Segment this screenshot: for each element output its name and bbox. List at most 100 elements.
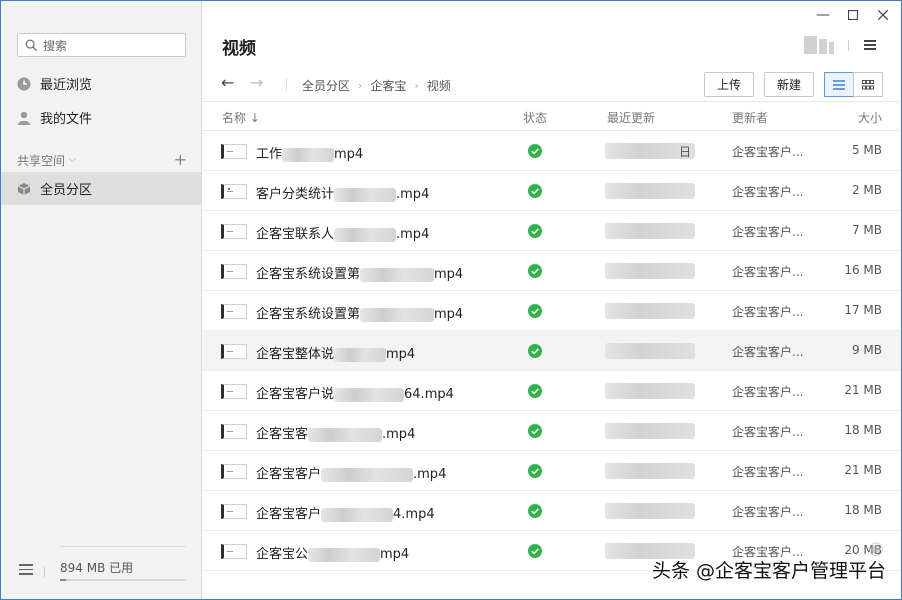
synced-check-icon	[528, 304, 542, 318]
file-name[interactable]: 企客宝系统设置第 mp4	[256, 303, 463, 322]
table-row[interactable]: 企客宝客户 4.mp4 企客宝客户... 18 MB	[202, 491, 901, 531]
redacted-text	[321, 467, 414, 482]
list-view-icon	[833, 79, 845, 90]
redacted-text	[334, 387, 405, 402]
search-input[interactable]: 搜索	[17, 33, 186, 57]
table-row[interactable]: 企客宝客 .mp4 企客宝客户... 18 MB	[202, 411, 901, 451]
grid-view-button[interactable]	[853, 72, 883, 97]
app-window: 搜索 最近浏览 我的文件 共享空间 ⌵ + 全员分区 894 MB 已用 — 视…	[0, 0, 902, 600]
shared-space-header[interactable]: 共享空间 ⌵ +	[17, 150, 187, 169]
main-panel: — 视频 ← → 全员分区 › 企客宝 › 视频 上传 新建 名称 ↓ 状态 最…	[202, 1, 901, 599]
video-thumbnail-icon	[221, 304, 247, 319]
table-row[interactable]: 企客宝客户 .mp4 企客宝客户... 21 MB	[202, 451, 901, 491]
file-name[interactable]: 企客宝系统设置第 mp4	[256, 263, 463, 282]
updated-date-redacted	[605, 343, 695, 359]
table-row[interactable]: 企客宝联系人 .mp4 企客宝客户... 7 MB	[202, 211, 901, 251]
file-name[interactable]: 企客宝整体说 mp4	[256, 343, 415, 362]
file-name-prefix: 工作	[256, 147, 283, 162]
file-name[interactable]: 企客宝公 mp4	[256, 543, 409, 562]
file-size: 2 MB	[851, 183, 882, 197]
synced-check-icon	[528, 344, 542, 358]
column-status[interactable]: 状态	[523, 109, 547, 126]
file-name[interactable]: 企客宝客户说 64.mp4	[256, 383, 454, 402]
column-name[interactable]: 名称 ↓	[222, 109, 260, 126]
updater-name: 企客宝客户...	[732, 145, 804, 159]
menu-icon[interactable]	[19, 564, 33, 576]
file-name-suffix: .mp4	[382, 427, 416, 442]
table-row[interactable]: 企客宝整体说 mp4 企客宝客户... 9 MB	[202, 331, 901, 371]
divider	[286, 78, 287, 91]
table-row[interactable]: 企客宝系统设置第 mp4 企客宝客户... 16 MB	[202, 251, 901, 291]
redacted-text	[308, 427, 383, 442]
file-name[interactable]: 企客宝客户 .mp4	[256, 463, 446, 482]
maximize-icon[interactable]	[846, 8, 860, 22]
table-row[interactable]: 企客宝系统设置第 mp4 企客宝客户... 17 MB	[202, 291, 901, 331]
minimize-icon[interactable]: —	[816, 7, 830, 23]
sidebar-item-recent[interactable]: 最近浏览	[1, 67, 201, 100]
storage-usage-fill	[60, 579, 67, 581]
file-size: 21 MB	[844, 463, 882, 477]
sidebar-item-my-files[interactable]: 我的文件	[1, 101, 201, 134]
table-row[interactable]: 客户分类统计 .mp4 企客宝客户... 2 MB	[202, 171, 901, 211]
video-thumbnail-icon	[221, 384, 247, 399]
video-thumbnail-icon	[221, 464, 247, 479]
clock-icon	[17, 77, 31, 91]
hamburger-menu-icon[interactable]	[864, 40, 876, 50]
sidebar-item-label: 全员分区	[40, 183, 93, 198]
chevron-right-icon: ›	[358, 79, 363, 92]
updater-name: 企客宝客户...	[732, 265, 804, 279]
updated-date-redacted	[605, 263, 695, 279]
watermark-text: 头条 @企客宝客户管理平台	[651, 560, 886, 582]
column-updated[interactable]: 最近更新	[607, 109, 655, 126]
back-arrow-icon[interactable]: ←	[221, 74, 234, 92]
file-name[interactable]: 客户分类统计 .mp4	[256, 183, 429, 202]
redacted-text	[282, 147, 335, 162]
forward-arrow-icon[interactable]: →	[250, 74, 263, 92]
file-name[interactable]: 工作 mp4	[256, 143, 363, 162]
add-space-icon[interactable]: +	[174, 150, 187, 169]
chevron-down-icon: ⌵	[69, 155, 76, 165]
breadcrumb-item[interactable]: 企客宝	[370, 77, 406, 94]
synced-check-icon	[528, 544, 542, 558]
breadcrumb-item[interactable]: 全员分区	[302, 77, 350, 94]
updated-date-redacted	[605, 223, 695, 239]
file-name-suffix: .mp4	[413, 467, 447, 482]
updater-name: 企客宝客户...	[732, 465, 804, 479]
upload-button[interactable]: 上传	[704, 72, 754, 97]
new-button[interactable]: 新建	[764, 72, 814, 97]
video-thumbnail-icon	[221, 424, 247, 439]
column-updater[interactable]: 更新者	[732, 109, 768, 126]
file-name-prefix: 企客宝客户	[256, 507, 322, 522]
synced-check-icon	[528, 424, 542, 438]
file-size: 7 MB	[851, 223, 882, 237]
grid-view-icon	[862, 79, 874, 89]
table-header: 名称 ↓ 状态 最近更新 更新者 大小	[202, 101, 901, 131]
updater-name: 企客宝客户...	[732, 425, 804, 439]
sidebar-item-all-members[interactable]: 全员分区	[1, 172, 201, 205]
divider	[44, 567, 45, 577]
file-name-suffix: mp4	[434, 307, 464, 322]
table-row[interactable]: 企客宝客户说 64.mp4 企客宝客户... 21 MB	[202, 371, 901, 411]
chevron-right-icon: ›	[414, 79, 419, 92]
file-name-suffix: .mp4	[396, 227, 430, 242]
date-tail: 日	[679, 145, 692, 159]
file-name-prefix: 企客宝客户说	[256, 387, 335, 402]
synced-check-icon	[528, 224, 542, 238]
synced-check-icon	[528, 144, 542, 158]
divider	[60, 546, 186, 547]
list-view-button[interactable]	[824, 72, 854, 97]
updated-date-redacted	[605, 463, 695, 479]
file-size: 18 MB	[844, 503, 882, 517]
table-row[interactable]: 工作 mp4 日 企客宝客户... 5 MB	[202, 131, 901, 171]
file-name[interactable]: 企客宝客 .mp4	[256, 423, 415, 442]
video-thumbnail-icon	[221, 144, 247, 159]
file-name-prefix: 企客宝客户	[256, 467, 322, 482]
redacted-text	[334, 347, 387, 362]
file-name[interactable]: 企客宝客户 4.mp4	[256, 503, 435, 522]
file-size: 16 MB	[844, 263, 882, 277]
avatar[interactable]	[804, 36, 834, 54]
redacted-text	[360, 307, 435, 322]
close-icon[interactable]	[876, 8, 890, 22]
column-size[interactable]: 大小	[858, 109, 882, 126]
file-name[interactable]: 企客宝联系人 .mp4	[256, 223, 429, 242]
